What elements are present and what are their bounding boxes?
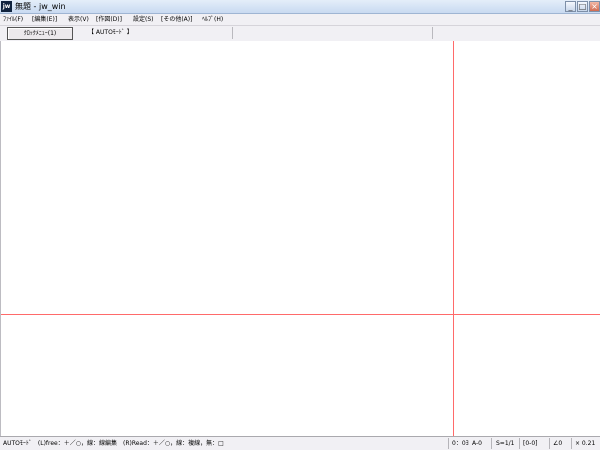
- menu-bar: ﾌｧｲﾙ(F) [編集(E)] 表示(V) [作図(D)] 設定(S) [その他…: [0, 14, 600, 25]
- close-button[interactable]: ×: [589, 1, 600, 12]
- menu-draw[interactable]: [作図(D)]: [96, 14, 122, 25]
- status-drawing[interactable]: A-0: [472, 437, 482, 450]
- menu-settings[interactable]: 設定(S): [133, 14, 154, 25]
- status-divider: [491, 438, 492, 449]
- status-zoom[interactable]: × 0.21: [575, 437, 595, 450]
- toolbar: ｸﾛｯｸﾒﾆｭｰ(1) 【 AUTOﾓｰﾄﾞ 】: [0, 25, 600, 42]
- drawing-canvas[interactable]: [0, 41, 600, 436]
- toolbar-divider: [432, 27, 433, 39]
- status-divider: [519, 438, 520, 449]
- app-icon: jw: [1, 1, 12, 12]
- vertical-guide-line: [453, 41, 454, 436]
- status-divider: [448, 438, 449, 449]
- status-bar: AUTOﾓｰﾄﾞ (L)free：＋／○，線：線編集 (R)Read：＋／○，線…: [0, 436, 600, 450]
- status-scale[interactable]: 0：0ﾖ: [452, 437, 469, 450]
- status-layer[interactable]: S=1/1: [496, 437, 515, 450]
- menu-file[interactable]: ﾌｧｲﾙ(F): [3, 14, 23, 25]
- menu-other[interactable]: [その他(A)]: [161, 14, 192, 25]
- status-message: AUTOﾓｰﾄﾞ (L)free：＋／○，線：線編集 (R)Read：＋／○，線…: [3, 440, 224, 447]
- mode-indicator: 【 AUTOﾓｰﾄﾞ 】: [88, 29, 133, 36]
- clock-menu-button[interactable]: ｸﾛｯｸﾒﾆｭｰ(1): [7, 27, 73, 40]
- horizontal-guide-line: [1, 314, 600, 315]
- maximize-button[interactable]: □: [577, 1, 588, 12]
- minimize-button[interactable]: _: [565, 1, 576, 12]
- menu-view[interactable]: 表示(V): [68, 14, 89, 25]
- status-group[interactable]: [0-0]: [523, 437, 537, 450]
- status-angle[interactable]: ∠0: [553, 437, 562, 450]
- status-divider: [571, 438, 572, 449]
- toolbar-divider: [232, 27, 233, 39]
- status-divider: [549, 438, 550, 449]
- window-title: 無題 - jw_win: [15, 2, 66, 11]
- menu-help[interactable]: ﾍﾙﾌﾟ(H): [202, 14, 223, 25]
- menu-edit[interactable]: [編集(E)]: [32, 14, 57, 25]
- title-bar: jw 無題 - jw_win _ □ ×: [0, 0, 600, 14]
